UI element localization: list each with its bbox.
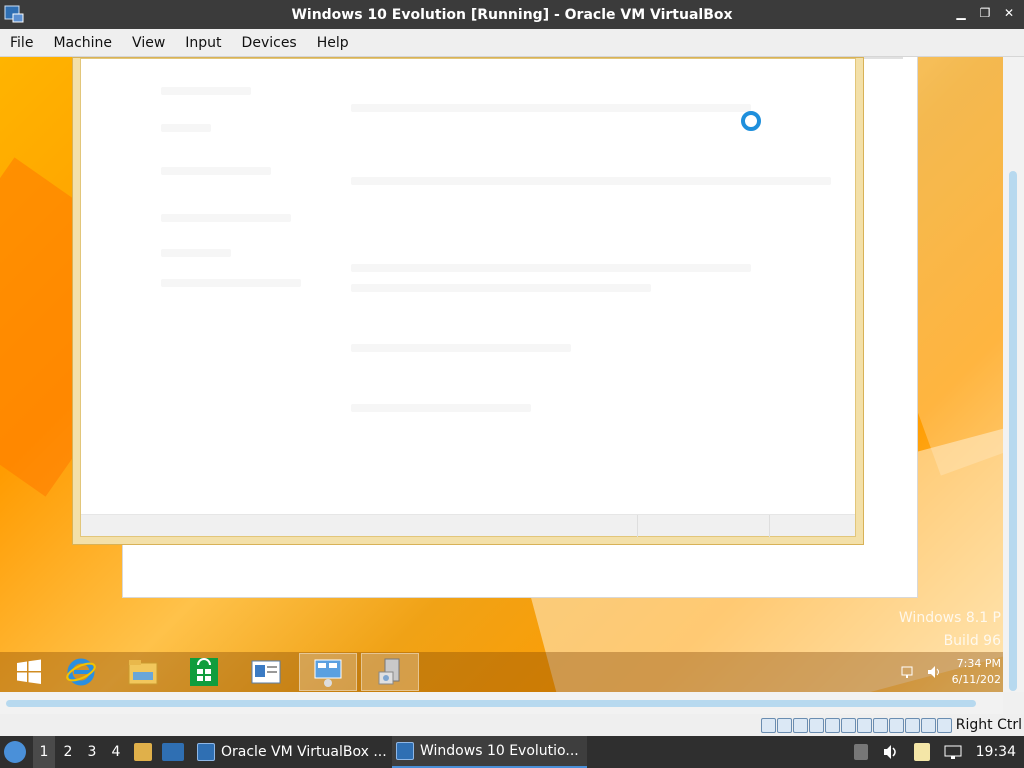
menu-devices[interactable]: Devices [232, 35, 307, 51]
host-panel: 1 2 3 4 Oracle VM VirtualBox ... Windows… [0, 736, 1024, 768]
faded-text [161, 87, 251, 95]
volume-icon[interactable] [926, 664, 942, 680]
watermark-line-1: Windows 8.1 P [898, 610, 1001, 626]
virtualbox-icon [197, 743, 215, 761]
menu-help[interactable]: Help [307, 35, 359, 51]
workspace-4[interactable]: 4 [105, 736, 127, 768]
close-icon[interactable]: ✕ [1002, 6, 1016, 20]
loading-spinner-icon [741, 111, 761, 131]
windows-start-icon [17, 659, 41, 684]
task-windows-10-vm[interactable]: Windows 10 Evolutio... [392, 736, 587, 768]
file-explorer-button[interactable] [114, 653, 172, 691]
task-label: Windows 10 Evolutio... [420, 743, 579, 759]
usb-icon[interactable] [824, 717, 840, 733]
os-watermark: Windows 8.1 P Build 96 [899, 607, 1001, 653]
file-explorer-icon [128, 660, 158, 685]
guest-system-tray: 7:34 PM 6/11/202 [900, 652, 1003, 692]
workspace-1[interactable]: 1 [33, 736, 55, 768]
host-start-menu-icon[interactable] [4, 741, 26, 763]
menu-input[interactable]: Input [175, 35, 231, 51]
setup-dialog[interactable] [72, 57, 864, 545]
notes-icon[interactable] [913, 743, 930, 761]
faded-text [351, 264, 751, 272]
workspace-3[interactable]: 3 [81, 736, 103, 768]
remote-desktop-icon [314, 659, 342, 687]
host-clock[interactable]: 19:34 [976, 744, 1016, 760]
control-panel-icon [251, 660, 281, 684]
audio-icon[interactable] [792, 717, 808, 733]
menu-machine[interactable]: Machine [43, 35, 122, 51]
vertical-scrollbar[interactable] [1003, 57, 1024, 692]
faded-text [351, 404, 531, 412]
horizontal-scrollbar-thumb[interactable] [6, 700, 976, 707]
internet-explorer-button[interactable] [52, 653, 110, 691]
remote-desktop-button[interactable] [299, 653, 357, 691]
windows-start-button[interactable] [0, 653, 58, 691]
status-divider [637, 515, 638, 537]
task-virtualbox-manager[interactable]: Oracle VM VirtualBox ... [193, 736, 388, 768]
faded-text [161, 279, 301, 287]
faded-text [351, 177, 831, 185]
menu-view[interactable]: View [122, 35, 175, 51]
guest-display[interactable]: Windows 8.1 P Build 96 7:34 PM 6/11/202 [0, 57, 1003, 692]
watermark-line-2: Build 96 [943, 633, 1001, 649]
network-icon[interactable] [808, 717, 824, 733]
network-wired-icon[interactable] [944, 744, 962, 760]
installer-icon [378, 658, 400, 685]
restore-icon[interactable]: ❐ [978, 6, 992, 20]
faded-text [161, 249, 231, 257]
faded-text [161, 167, 271, 175]
workspace-2[interactable]: 2 [57, 736, 79, 768]
minimize-icon[interactable]: ▁ [954, 6, 968, 20]
mouse-integration-icon[interactable] [920, 717, 936, 733]
window-edge [863, 57, 903, 59]
cpu-icon[interactable] [904, 717, 920, 733]
dialog-status-bar [81, 514, 855, 537]
keyboard-icon[interactable] [936, 717, 952, 733]
menu-file[interactable]: File [0, 35, 43, 51]
guest-taskbar: 7:34 PM 6/11/202 [0, 652, 1003, 692]
menu-bar: File Machine View Input Devices Help [0, 29, 1024, 57]
virtualbox-vm-icon [4, 5, 24, 23]
display-icon[interactable] [856, 717, 872, 733]
optical-drive-icon[interactable] [776, 717, 792, 733]
store-icon [190, 658, 218, 686]
control-panel-button[interactable] [237, 653, 295, 691]
faded-text [161, 214, 291, 222]
virtualbox-vm-icon [396, 742, 414, 760]
vm-status-bar: Right Ctrl [0, 714, 1024, 736]
horizontal-scrollbar[interactable] [0, 692, 1003, 714]
host-key-label: Right Ctrl [955, 717, 1022, 733]
guest-clock-date: 6/11/202 [951, 673, 1001, 686]
status-divider [769, 515, 770, 537]
shared-folders-icon[interactable] [840, 717, 856, 733]
internet-explorer-icon [66, 658, 96, 686]
window-title: Windows 10 Evolution [Running] - Oracle … [291, 6, 733, 23]
window-titlebar[interactable]: Windows 10 Evolution [Running] - Oracle … [0, 0, 1024, 29]
clipboard-icon[interactable] [853, 744, 868, 760]
network-icon[interactable] [900, 664, 916, 680]
recording-icon[interactable] [872, 717, 888, 733]
faded-text [351, 344, 571, 352]
vertical-scrollbar-thumb[interactable] [1009, 171, 1017, 691]
volume-icon[interactable] [882, 744, 900, 760]
store-button[interactable] [175, 653, 233, 691]
guest-clock-time: 7:34 PM [956, 657, 1001, 670]
vt-x-icon[interactable] [888, 717, 904, 733]
guest-clock[interactable]: 7:34 PM 6/11/202 [952, 656, 1003, 688]
dialog-content [80, 58, 856, 537]
file-manager-launcher-icon[interactable] [134, 743, 152, 761]
installer-button[interactable] [361, 653, 419, 691]
hard-disk-icon[interactable] [760, 717, 776, 733]
task-label: Oracle VM VirtualBox ... [221, 744, 387, 760]
faded-text [351, 284, 651, 292]
faded-text [351, 104, 751, 112]
faded-text [161, 124, 211, 132]
host-system-tray: 19:34 [853, 736, 1024, 768]
show-desktop-icon[interactable] [162, 743, 184, 761]
